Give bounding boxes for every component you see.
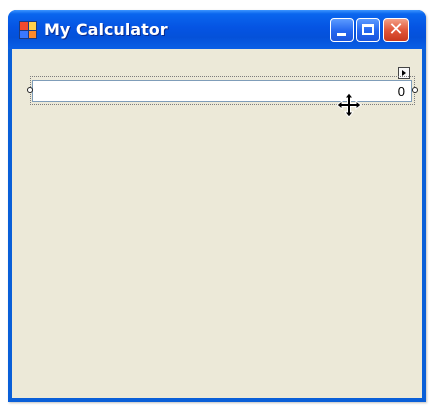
- app-icon-part: [20, 30, 28, 38]
- app-icon-part: [28, 30, 36, 38]
- app-icon-part: [28, 22, 36, 30]
- title-bar[interactable]: My Calculator ✕: [8, 10, 426, 49]
- window-title: My Calculator: [44, 20, 168, 39]
- close-icon: ✕: [388, 19, 404, 40]
- maximize-icon: [362, 24, 374, 35]
- maximize-button[interactable]: [356, 18, 380, 42]
- close-button[interactable]: ✕: [383, 18, 409, 42]
- app-icon[interactable]: [19, 21, 37, 39]
- minimize-button[interactable]: [330, 18, 354, 42]
- resize-handle-left[interactable]: [27, 87, 33, 93]
- app-icon-part: [20, 22, 28, 30]
- smart-tag-button[interactable]: [398, 67, 410, 79]
- move-cursor-icon: [336, 92, 362, 118]
- calculator-window: My Calculator ✕: [8, 10, 426, 402]
- resize-handle-right[interactable]: [412, 87, 418, 93]
- form-client-area: [12, 49, 422, 398]
- minimize-icon: [337, 33, 346, 36]
